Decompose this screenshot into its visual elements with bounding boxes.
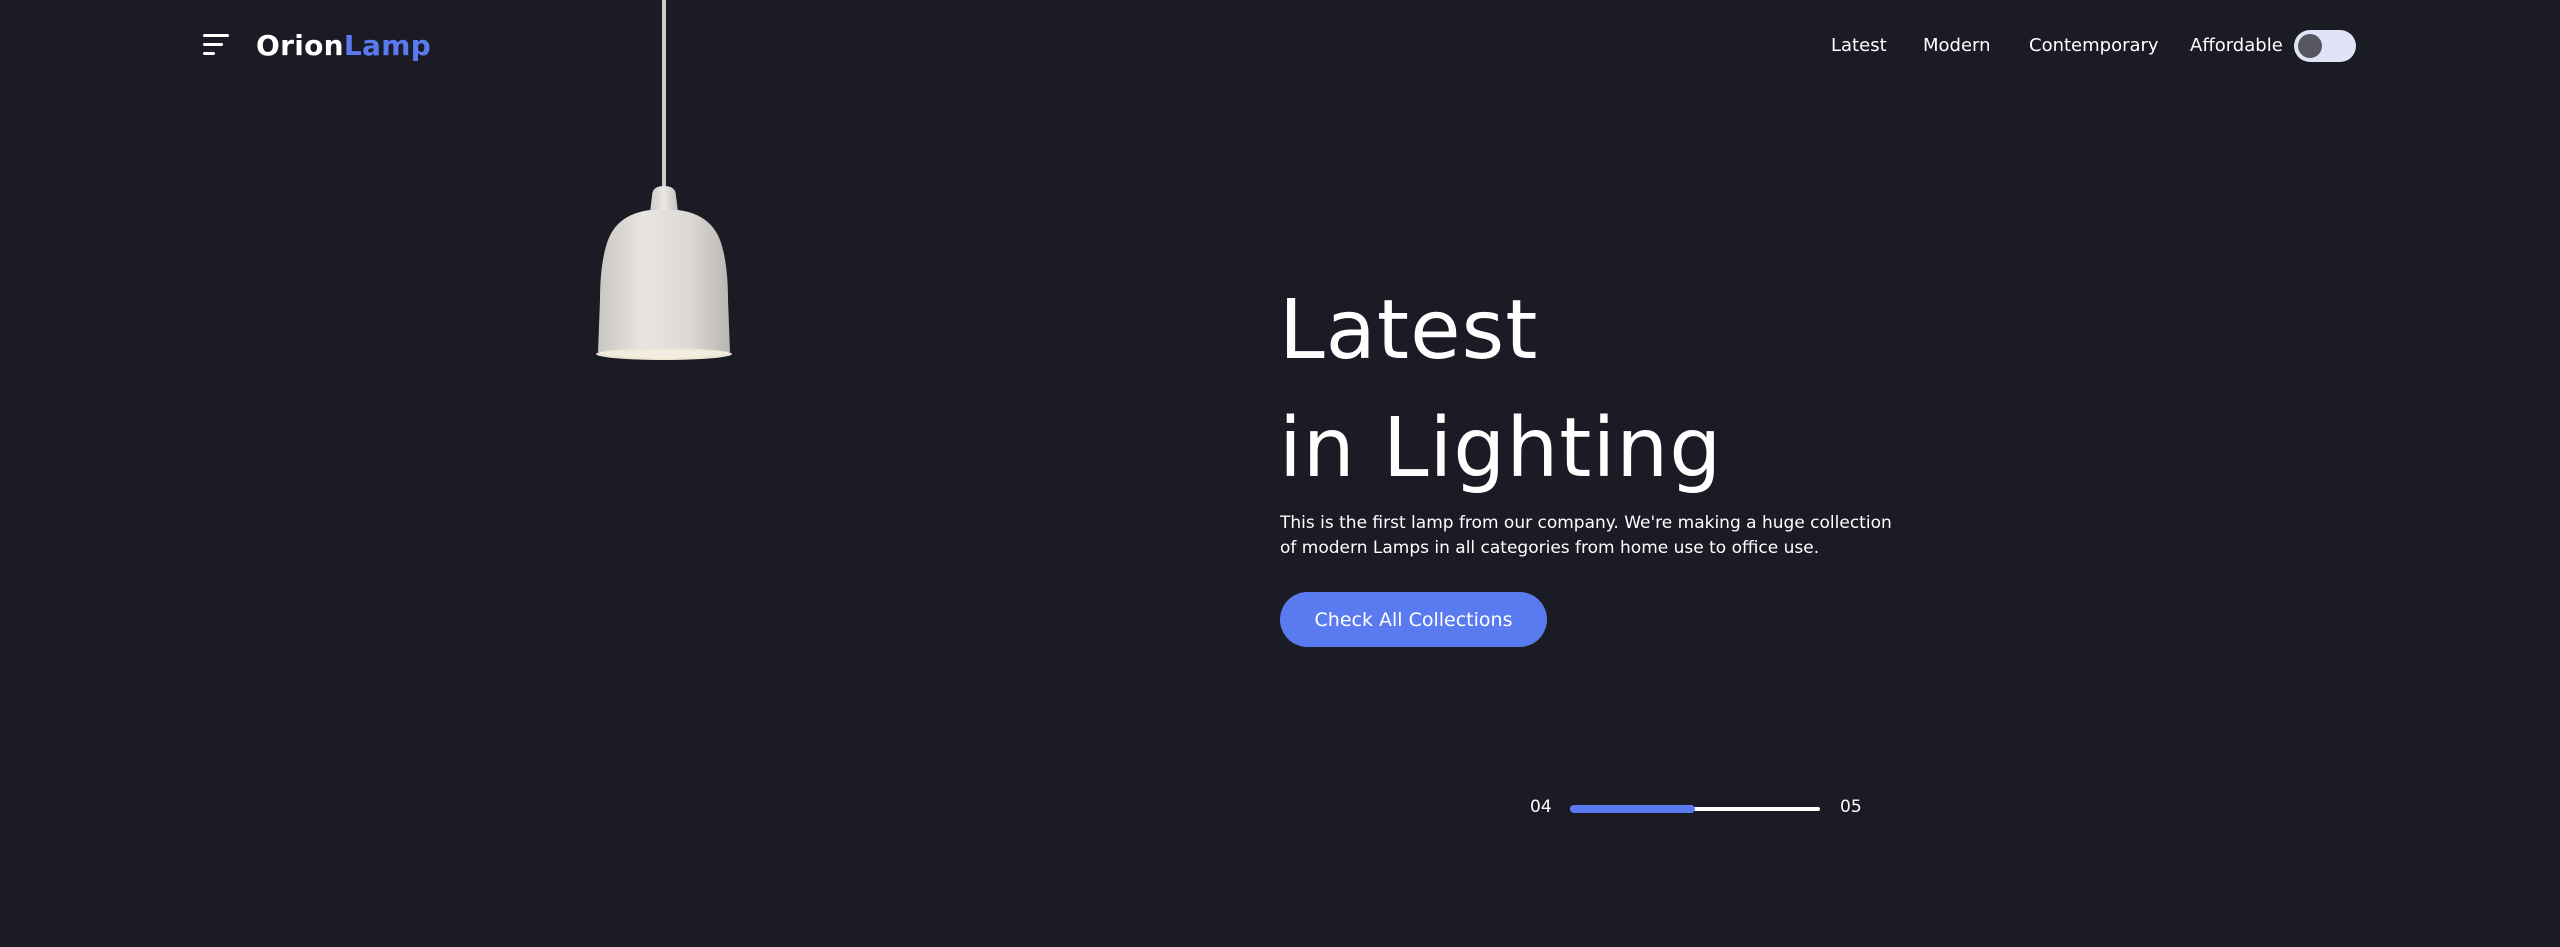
- nav-item-contemporary[interactable]: Contemporary: [2029, 32, 2159, 60]
- hero-title: Latest in Lighting: [1279, 272, 1722, 508]
- check-all-collections-button[interactable]: Check All Collections: [1280, 592, 1547, 647]
- pager-progress-track[interactable]: [1570, 805, 1820, 813]
- logo[interactable]: OrionLamp: [256, 28, 431, 64]
- nav-item-affordable[interactable]: Affordable: [2190, 32, 2283, 60]
- hero-description: This is the first lamp from our company.…: [1280, 513, 1892, 558]
- hero-title-line-2: in Lighting: [1279, 401, 1723, 496]
- pager-progress-fill: [1570, 805, 1695, 813]
- logo-primary: Orion: [256, 29, 344, 62]
- hero-title-line-1: Latest: [1279, 283, 1539, 378]
- pager-total: 05: [1840, 797, 1862, 817]
- pendant-lamp-image: [596, 0, 732, 360]
- nav-item-latest[interactable]: Latest: [1831, 32, 1887, 60]
- header: OrionLamp Latest Modern Contemporary Aff…: [0, 0, 2560, 92]
- toggle-knob: [2298, 34, 2322, 58]
- pager-current: 04: [1530, 797, 1552, 817]
- logo-accent: Lamp: [343, 29, 432, 62]
- hamburger-menu-icon[interactable]: [203, 34, 231, 58]
- theme-toggle[interactable]: [2294, 30, 2356, 62]
- page: OrionLamp Latest Modern Contemporary Aff…: [0, 0, 2560, 947]
- nav-item-modern[interactable]: Modern: [1923, 32, 1991, 60]
